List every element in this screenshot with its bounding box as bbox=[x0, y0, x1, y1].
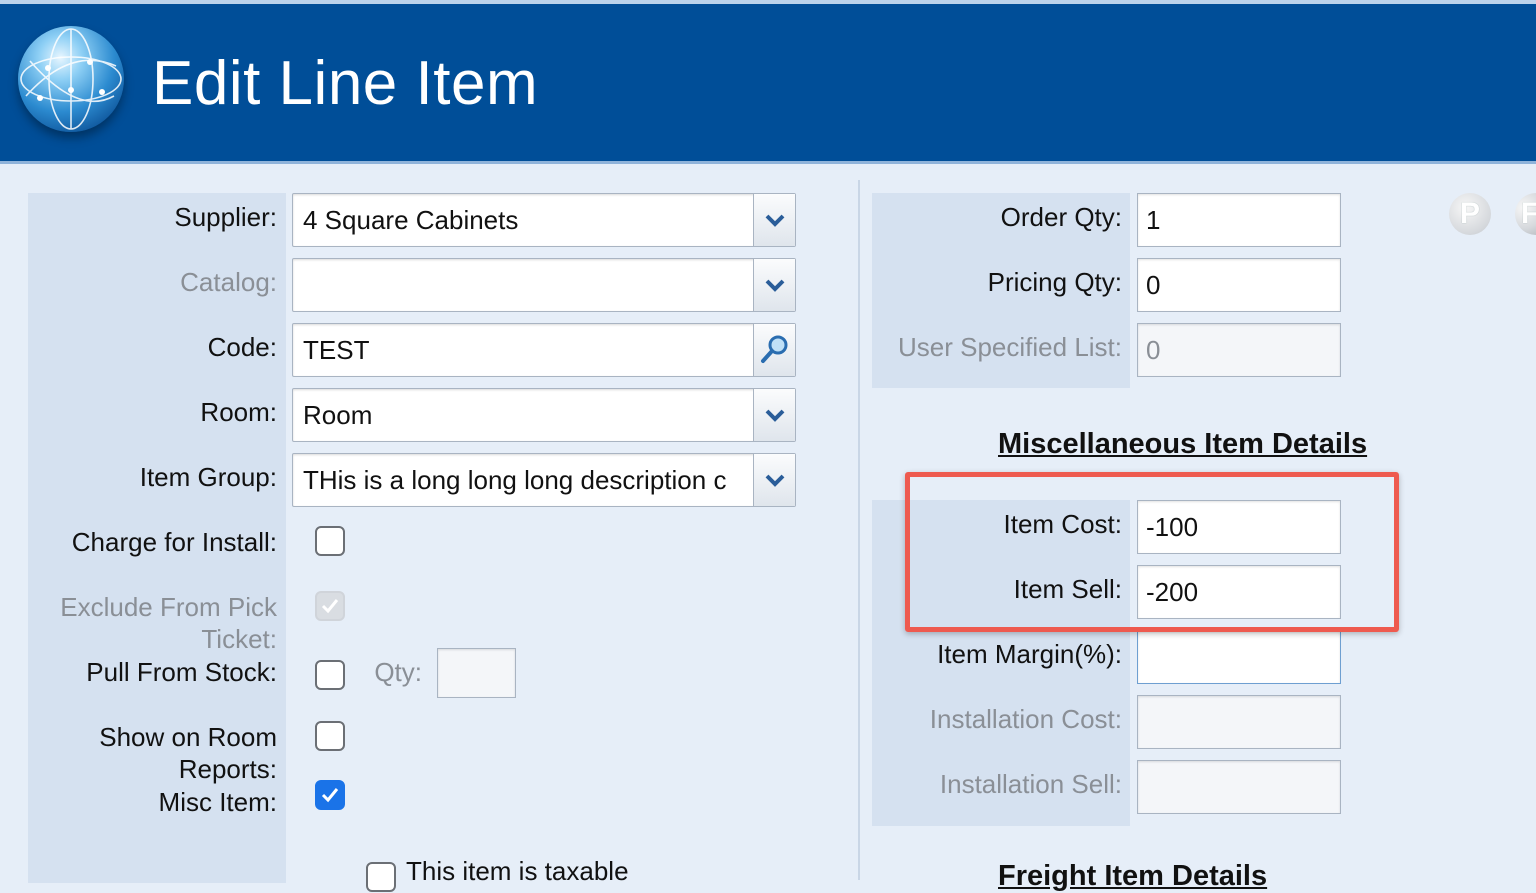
installation-sell-input[interactable] bbox=[1137, 760, 1341, 814]
highlight-box bbox=[905, 472, 1399, 632]
p-icon[interactable]: P bbox=[1449, 193, 1491, 235]
order-qty-input[interactable]: 1 bbox=[1137, 193, 1341, 247]
catalog-value bbox=[303, 259, 749, 311]
charge-install-checkbox[interactable] bbox=[315, 526, 345, 556]
show-room-label-line1: Show on Room bbox=[99, 722, 277, 752]
freight-item-details-heading: Freight Item Details bbox=[998, 860, 1268, 892]
supplier-dropdown-button[interactable] bbox=[753, 194, 795, 246]
search-icon bbox=[761, 335, 788, 363]
code-input[interactable]: TEST bbox=[292, 323, 796, 377]
chevron-down-icon bbox=[765, 279, 785, 292]
chevron-down-icon bbox=[765, 474, 785, 487]
exclude-pick-label-line2: Ticket: bbox=[201, 624, 277, 654]
chevron-down-icon bbox=[765, 214, 785, 227]
checkmark-icon bbox=[321, 788, 339, 803]
supplier-select[interactable]: 4 Square Cabinets bbox=[292, 193, 796, 247]
catalog-select[interactable] bbox=[292, 258, 796, 312]
globe-logo-icon bbox=[18, 26, 124, 132]
taxable-label: This item is taxable bbox=[406, 856, 629, 886]
pricing-qty-label: Pricing Qty: bbox=[987, 267, 1122, 297]
column-divider bbox=[858, 180, 860, 880]
room-dropdown-button[interactable] bbox=[753, 389, 795, 441]
item-margin-input[interactable] bbox=[1137, 630, 1341, 684]
pricing-qty-input[interactable]: 0 bbox=[1137, 258, 1341, 312]
catalog-dropdown-button[interactable] bbox=[753, 259, 795, 311]
code-label: Code: bbox=[207, 332, 277, 362]
title-bar: Edit Line Item bbox=[0, 0, 1536, 164]
code-search-button[interactable] bbox=[753, 324, 795, 376]
f-icon[interactable]: F bbox=[1515, 193, 1536, 235]
catalog-label: Catalog: bbox=[180, 267, 277, 297]
room-select[interactable]: Room bbox=[292, 388, 796, 442]
user-specified-list-input[interactable]: 0 bbox=[1137, 323, 1341, 377]
item-group-select[interactable]: THis is a long long long description c bbox=[292, 453, 796, 507]
checkmark-icon bbox=[321, 599, 339, 614]
charge-install-label: Charge for Install: bbox=[71, 527, 277, 557]
code-value: TEST bbox=[303, 335, 370, 365]
taxable-checkbox[interactable] bbox=[366, 862, 396, 892]
misc-item-checkbox[interactable] bbox=[315, 780, 345, 810]
misc-item-label: Misc Item: bbox=[158, 787, 277, 817]
user-specified-list-label: User Specified List: bbox=[898, 332, 1122, 362]
installation-sell-label: Installation Sell: bbox=[939, 769, 1122, 799]
pull-stock-qty-input[interactable] bbox=[437, 648, 516, 698]
item-group-value: THis is a long long long description c bbox=[303, 465, 727, 495]
page-title: Edit Line Item bbox=[152, 49, 539, 118]
misc-item-details-heading: Miscellaneous Item Details bbox=[998, 428, 1368, 460]
order-qty-label: Order Qty: bbox=[1000, 202, 1122, 232]
item-margin-label: Item Margin(%): bbox=[937, 639, 1122, 669]
installation-cost-input[interactable] bbox=[1137, 695, 1341, 749]
show-room-checkbox[interactable] bbox=[315, 721, 345, 751]
item-group-dropdown-button[interactable] bbox=[753, 454, 795, 506]
show-room-label-line2: Reports: bbox=[178, 754, 277, 784]
installation-cost-label: Installation Cost: bbox=[929, 704, 1122, 734]
exclude-pick-label-line1: Exclude From Pick bbox=[60, 592, 277, 622]
item-group-label: Item Group: bbox=[139, 462, 277, 492]
supplier-label: Supplier: bbox=[174, 202, 277, 232]
chevron-down-icon bbox=[765, 409, 785, 422]
supplier-value: 4 Square Cabinets bbox=[303, 205, 519, 235]
qty-label: Qty: bbox=[374, 657, 422, 687]
exclude-pick-checkbox[interactable] bbox=[315, 591, 345, 621]
room-label: Room: bbox=[200, 397, 277, 427]
pull-stock-label: Pull From Stock: bbox=[86, 657, 277, 687]
pull-stock-checkbox[interactable] bbox=[315, 660, 345, 690]
room-value: Room bbox=[303, 400, 373, 430]
